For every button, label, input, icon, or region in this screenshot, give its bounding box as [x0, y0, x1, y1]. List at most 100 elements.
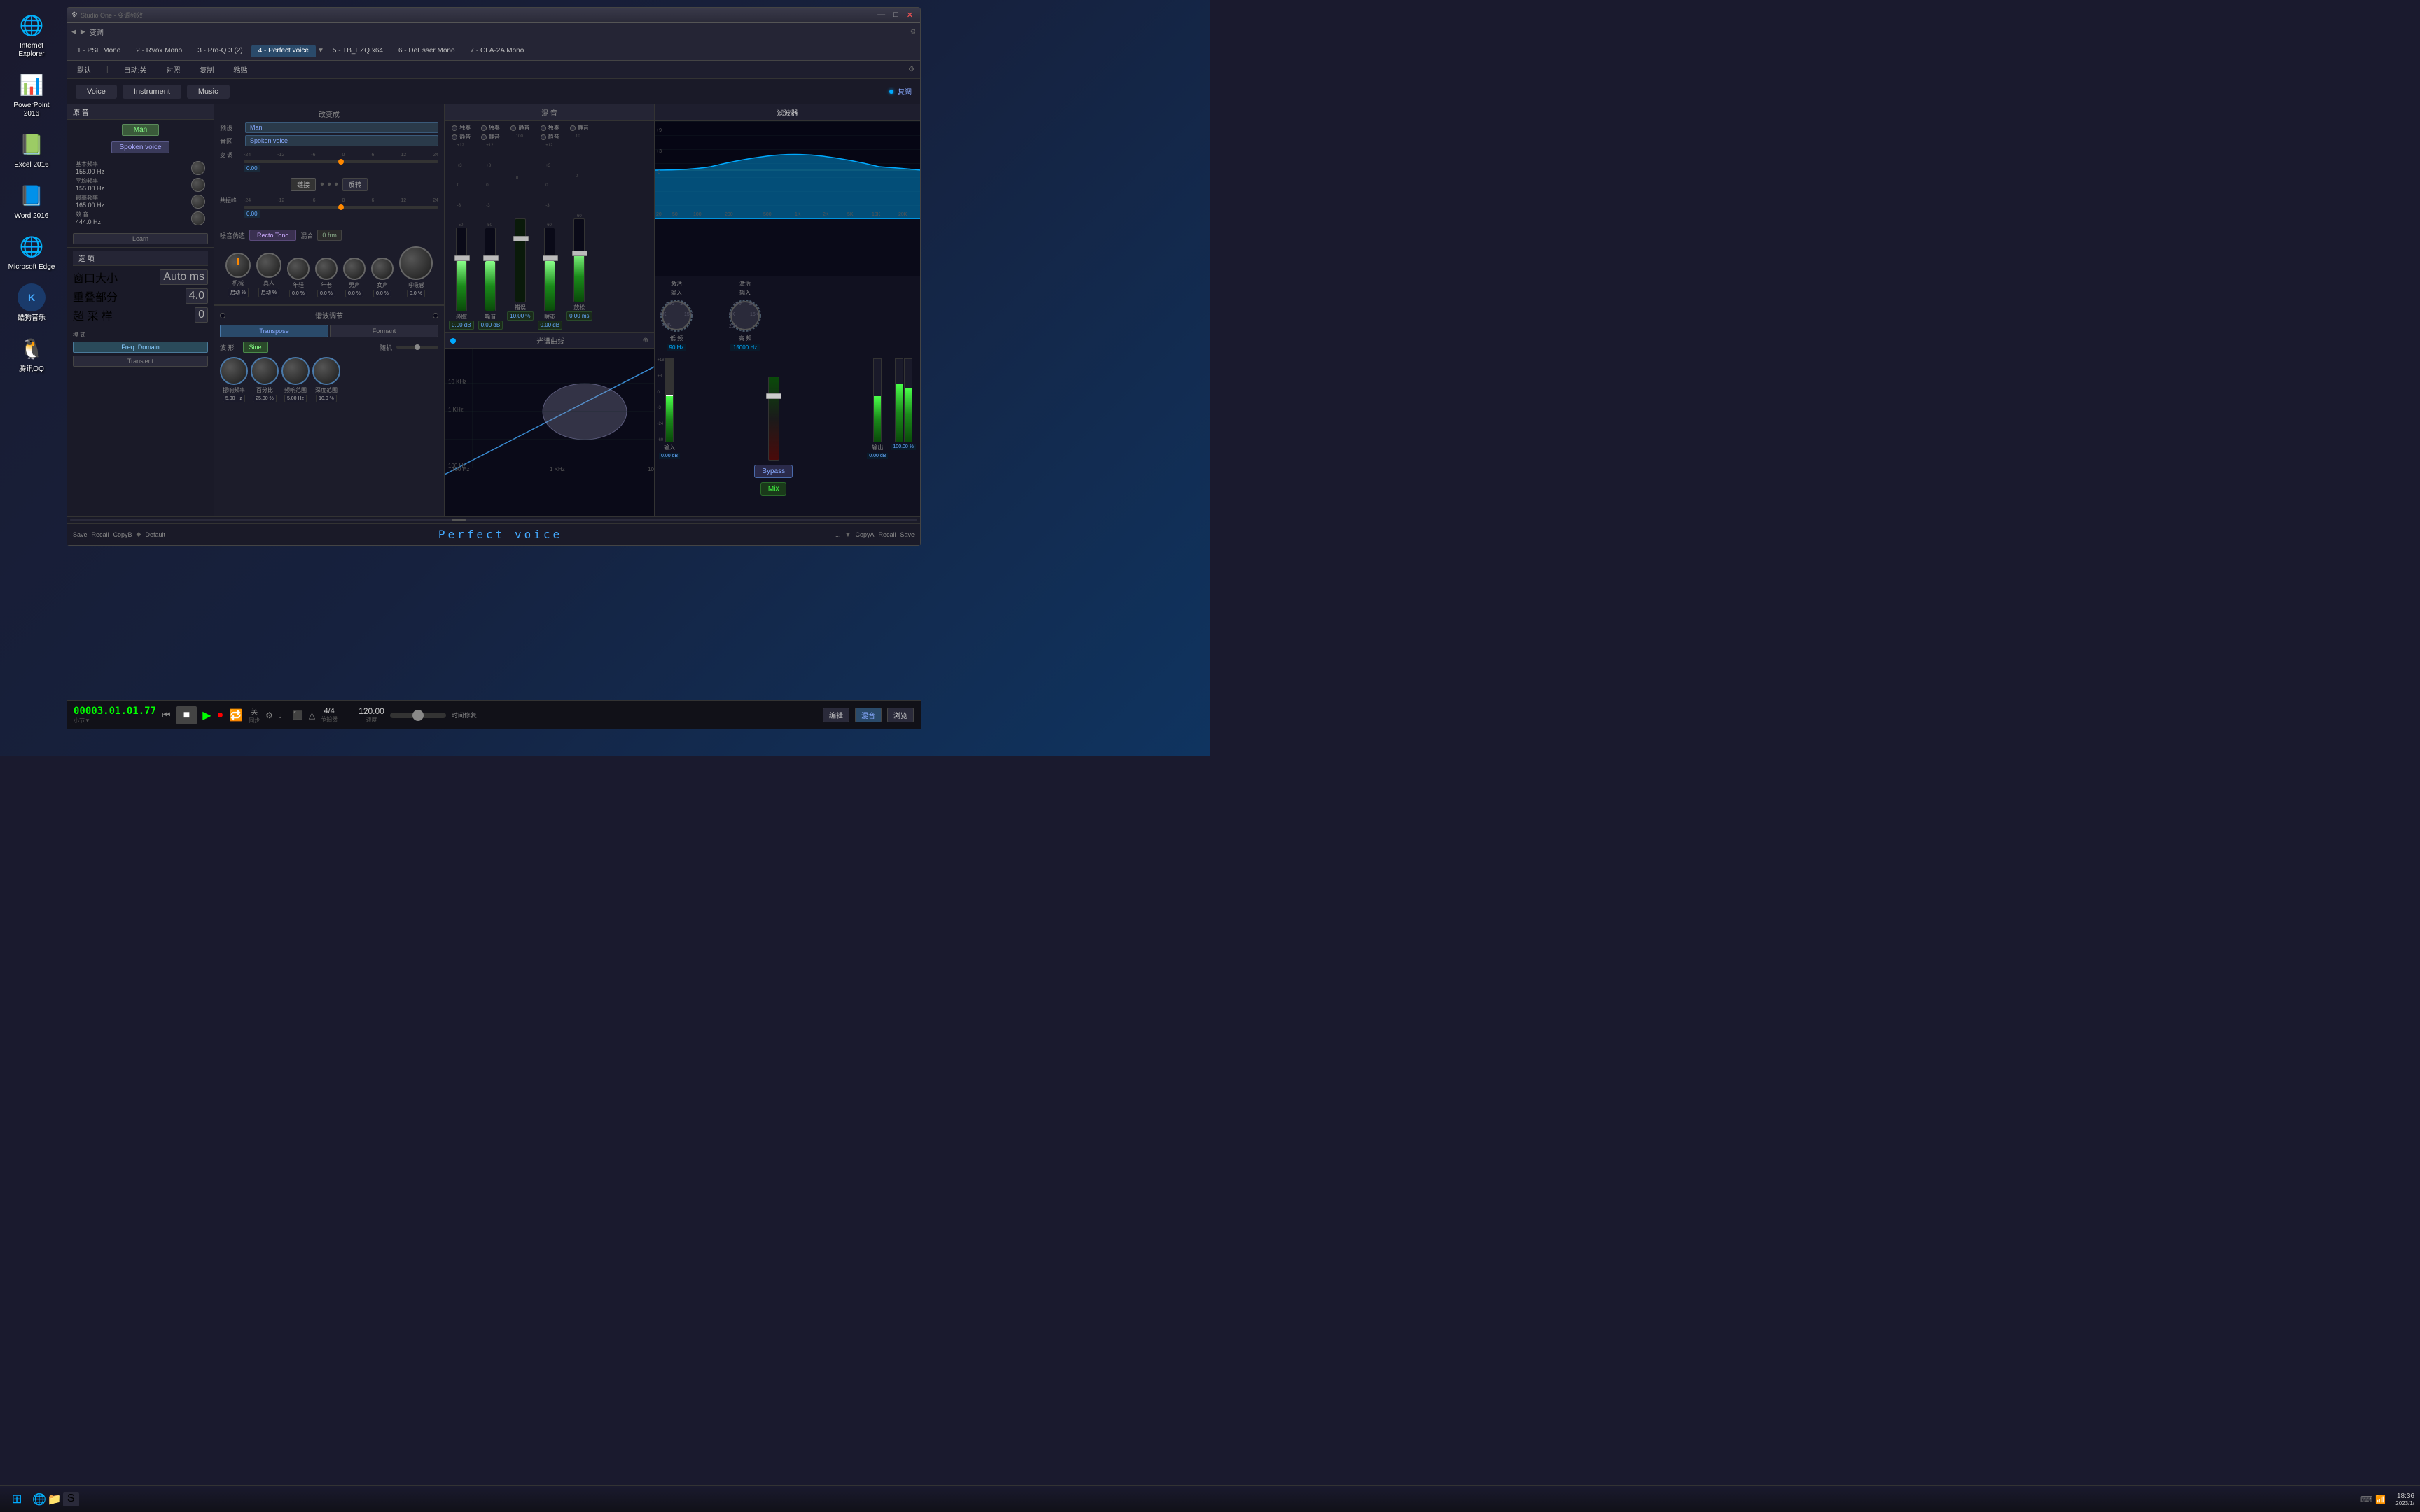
mode-music-btn[interactable]: Music	[187, 85, 230, 99]
rewind-btn[interactable]: ⏮	[162, 709, 171, 721]
transient-fader[interactable]	[544, 227, 555, 312]
play-btn[interactable]: ▶	[202, 708, 211, 722]
metro-icon3[interactable]: ⬛	[293, 710, 303, 720]
taskbar-network-icon[interactable]: 📶	[2375, 1494, 2386, 1504]
tab-4-active[interactable]: 4 - Perfect voice	[251, 45, 316, 57]
start-button[interactable]: ⊞	[6, 1488, 28, 1511]
taskbar-folder-icon[interactable]: 📁	[48, 1492, 62, 1506]
mode-instrument-btn[interactable]: Instrument	[123, 85, 181, 99]
young-knob[interactable]	[287, 258, 310, 280]
toolbar-gear-icon[interactable]: ⚙	[908, 66, 915, 74]
tempo-handle[interactable]	[412, 710, 424, 721]
error-mute-dot[interactable]	[510, 125, 516, 131]
reverse-button[interactable]: 反转	[342, 178, 368, 191]
formant-tab[interactable]: Formant	[330, 325, 438, 337]
relax-fader[interactable]	[573, 218, 585, 302]
percent-knob[interactable]	[251, 357, 279, 385]
nasal-solo-dot[interactable]	[452, 125, 457, 131]
man-button[interactable]: Man	[122, 124, 159, 136]
relax-handle[interactable]	[572, 251, 587, 256]
auto-off-btn[interactable]: 自动:关	[120, 63, 151, 76]
transient-handle[interactable]	[543, 255, 558, 261]
random-slider[interactable]	[396, 346, 438, 349]
tab-2[interactable]: 2 - RVox Mono	[129, 45, 189, 57]
scrollbar-track[interactable]	[70, 519, 917, 522]
noise-handle[interactable]	[483, 255, 499, 261]
noise-fader[interactable]	[485, 227, 496, 312]
metro-icon4[interactable]: △	[309, 710, 315, 720]
base-freq-knob[interactable]	[191, 161, 205, 175]
nasal-fader[interactable]	[456, 227, 467, 312]
icon-excel[interactable]: 📗 Excel 2016	[4, 126, 60, 174]
relax-mute-dot[interactable]	[570, 125, 576, 131]
max-freq-knob[interactable]	[191, 195, 205, 209]
old-knob[interactable]	[315, 258, 338, 280]
bypass-button[interactable]: Bypass	[754, 465, 793, 478]
default-btn[interactable]: 默认	[73, 63, 95, 76]
error-handle[interactable]	[513, 236, 529, 241]
nasal-handle[interactable]	[454, 255, 470, 261]
record-btn[interactable]: ●	[217, 709, 224, 722]
copy-b-btn[interactable]: CopyB	[113, 531, 132, 538]
paste-btn[interactable]: 粘贴	[229, 63, 251, 76]
human-knob[interactable]	[256, 253, 281, 278]
recall-left-btn[interactable]: Recall	[92, 531, 109, 538]
tab-6[interactable]: 6 - DeEsser Mono	[391, 45, 462, 57]
dropdown-arrow[interactable]: ▼	[845, 531, 851, 538]
minimize-btn[interactable]: —	[875, 10, 888, 20]
nasal-mute-dot[interactable]	[452, 134, 457, 140]
transpose-tab[interactable]: Transpose	[220, 325, 328, 337]
metro-icon1[interactable]: ⚙	[265, 710, 273, 720]
zone-value[interactable]: Spoken voice	[245, 135, 438, 146]
noise-mute-dot[interactable]	[481, 134, 487, 140]
random-thumb[interactable]	[415, 344, 420, 350]
tune-slider[interactable]	[244, 160, 438, 163]
tune-thumb[interactable]	[338, 159, 344, 164]
learn-button[interactable]: Learn	[73, 233, 208, 244]
mode-voice-btn[interactable]: Voice	[76, 85, 117, 99]
loop-btn[interactable]: 🔁	[229, 708, 243, 722]
freq-range-knob[interactable]	[281, 357, 310, 385]
tab-1[interactable]: 1 - PSE Mono	[70, 45, 127, 57]
transient-mute-dot[interactable]	[541, 134, 546, 140]
tab-5[interactable]: 5 - TB_EZQ x64	[326, 45, 390, 57]
tempo-minus[interactable]: －	[343, 708, 353, 722]
stop-btn[interactable]: ■	[176, 706, 197, 724]
resonance-thumb[interactable]	[338, 204, 344, 210]
close-btn[interactable]: ✕	[904, 10, 916, 20]
metro-icon2[interactable]: ♩	[279, 710, 287, 720]
male-knob[interactable]	[343, 258, 366, 280]
mix-fader-handle[interactable]	[766, 393, 781, 399]
noise-mix-value[interactable]: 0 frm	[317, 230, 342, 241]
female-knob[interactable]	[371, 258, 394, 280]
optical-expand-btn[interactable]: ⊕	[643, 337, 648, 344]
icon-powerpoint[interactable]: 📊 PowerPoint 2016	[4, 66, 60, 122]
taskbar-ie-icon[interactable]: 🌐	[32, 1492, 46, 1506]
noise-preset[interactable]: Recto Tono	[249, 230, 296, 241]
wave-shape-value[interactable]: Sine	[243, 342, 268, 353]
taskbar-keyboard-icon[interactable]: ⌨	[2360, 1494, 2372, 1504]
nav-arrow-left[interactable]: ◀	[71, 28, 76, 36]
mix-mode-btn[interactable]: 混音	[855, 708, 882, 722]
dots-btn[interactable]: ...	[835, 531, 841, 538]
effect-knob[interactable]	[191, 211, 205, 225]
tempo-slider[interactable]	[390, 713, 446, 718]
browse-mode-btn[interactable]: 浏览	[887, 708, 914, 722]
icon-edge[interactable]: 🌐 Microsoft Edge	[4, 228, 60, 276]
scrollbar-thumb[interactable]	[452, 519, 466, 522]
depth-range-knob[interactable]	[312, 357, 340, 385]
transient-solo-dot[interactable]	[541, 125, 546, 131]
noise-solo-dot[interactable]	[481, 125, 487, 131]
icon-internet-explorer[interactable]: 🌐 Internet Explorer	[4, 7, 60, 63]
freq-rate-knob[interactable]	[220, 357, 248, 385]
error-fader[interactable]	[515, 218, 526, 302]
recall-right-btn[interactable]: Recall	[878, 531, 896, 538]
freq-domain-btn[interactable]: Freq. Domain	[73, 342, 208, 353]
spoken-button[interactable]: Spoken voice	[111, 141, 169, 153]
maximize-btn[interactable]: □	[891, 10, 901, 20]
resonance-slider[interactable]	[244, 206, 438, 209]
edit-mode-btn[interactable]: 编辑	[823, 708, 849, 722]
time-modify-btn[interactable]: 时间修复	[452, 710, 477, 720]
mechanical-knob[interactable]	[225, 253, 251, 278]
avg-freq-knob[interactable]	[191, 178, 205, 192]
